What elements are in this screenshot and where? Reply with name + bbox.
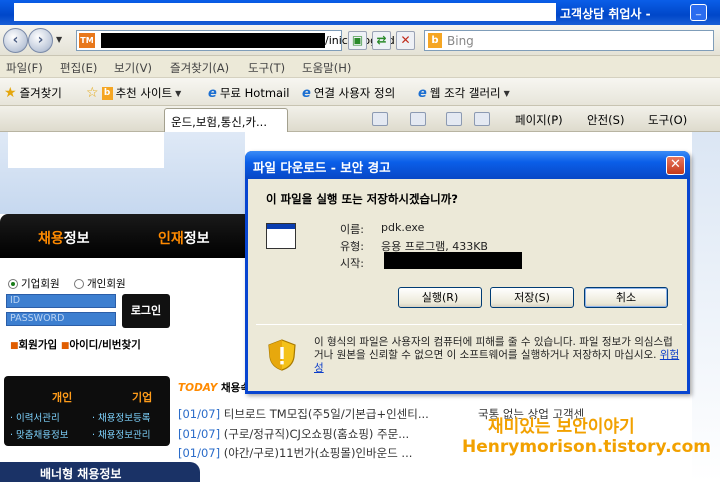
id-input[interactable]: ID <box>6 294 116 308</box>
dialog-title: 파일 다운로드 - 보안 경고 <box>253 160 391 175</box>
find-account-link[interactable]: 아이디/비번찾기 <box>69 339 140 351</box>
tab-command-bar: 운드,보험,통신,카... 페이지(P) 안전(S) 도구(O) <box>0 106 720 132</box>
run-button[interactable]: 실행(R) <box>398 287 482 308</box>
favorites-bar: ★ 즐겨찾기 ☆ b 추천 사이트 ▼ e 무료 Hotmail e 연결 사용… <box>0 78 720 106</box>
type-label: 유형: <box>340 240 364 253</box>
redacted-logo <box>8 132 164 168</box>
job-row[interactable]: [01/07] 티브로드 TM모집(주5일/기본급+인센티... <box>178 406 429 422</box>
from-label: 시작: <box>340 257 364 270</box>
member-menu: 개인 기업 · 이력서관리 · 맞춤채용정보 · 채용정보등록 · 채용정보관리 <box>4 376 170 446</box>
fav-item-custom-links[interactable]: e 연결 사용자 정의 <box>302 85 395 101</box>
bing-icon: b <box>428 33 442 48</box>
redacted-url <box>101 33 325 48</box>
join-link[interactable]: 회원가입 <box>19 339 58 351</box>
radio-company-member[interactable]: 기업회원 <box>8 276 60 291</box>
dialog-close-button[interactable]: ✕ <box>666 156 685 175</box>
dialog-question: 이 파일을 실행 또는 저장하시겠습니까? <box>266 192 458 206</box>
fav-slice-label: 웹 조각 갤러리 <box>429 86 501 100</box>
application-file-icon <box>266 223 296 249</box>
window-titlebar: 고객상담 취업사 - _ <box>0 0 720 25</box>
radio-personal-member[interactable]: 개인회원 <box>74 276 126 291</box>
menu-help[interactable]: 도움말(H) <box>302 60 351 76</box>
resume-manage-link[interactable]: · 이력서관리 <box>10 410 60 424</box>
right-column <box>692 132 720 482</box>
personal-menu-title: 개인 <box>52 391 73 404</box>
ie-icon: e <box>302 85 311 101</box>
menu-edit[interactable]: 편집(E) <box>60 60 97 76</box>
site-nav: 채용정보 인재정보 <box>0 214 245 258</box>
custom-jobs-link[interactable]: · 맞춤채용정보 <box>10 427 68 441</box>
back-button[interactable]: ‹ <box>3 28 28 53</box>
file-name: pdk.exe <box>381 221 425 234</box>
chevron-down-icon: ▼ <box>175 88 182 98</box>
nav-jobs[interactable]: 채용정보 <box>38 228 90 248</box>
job-manage-link[interactable]: · 채용정보관리 <box>92 427 150 441</box>
menu-file[interactable]: 파일(F) <box>6 60 43 76</box>
security-warning: 이 형식의 파일은 사용자의 컴퓨터에 피해를 줄 수 있습니다. 파일 정보가… <box>314 336 680 374</box>
navigation-bar: ‹ › ▼ TM /inicis/log/pd ▣ ⇄ ✕ b Bing <box>0 25 720 56</box>
print-icon[interactable] <box>474 112 490 126</box>
favorites-label: 즐겨찾기 <box>19 86 62 100</box>
minimize-button[interactable]: _ <box>690 4 707 21</box>
fav-custom-label: 연결 사용자 정의 <box>313 86 396 100</box>
fav-item-suggested[interactable]: ☆ b 추천 사이트 ▼ <box>86 85 181 101</box>
window-title: 고객상담 취업사 - <box>560 7 651 21</box>
job-register-link[interactable]: · 채용정보등록 <box>92 410 150 424</box>
ie-icon: e <box>208 85 217 101</box>
password-input[interactable]: PASSWORD <box>6 312 116 326</box>
site-favicon-icon: TM <box>79 33 95 48</box>
security-shield-icon <box>268 339 296 371</box>
menu-view[interactable]: 보기(V) <box>114 60 152 76</box>
save-button[interactable]: 저장(S) <box>490 287 574 308</box>
mail-icon[interactable] <box>446 112 462 126</box>
redacted-source <box>384 252 522 269</box>
home-icon[interactable] <box>372 112 388 126</box>
radio-icon <box>8 278 18 289</box>
add-favorite-icon: ☆ <box>86 85 99 101</box>
menu-tools[interactable]: 도구(T) <box>248 60 285 76</box>
fav-hotmail-label: 무료 Hotmail <box>219 86 290 100</box>
menu-bar: 파일(F) 편집(E) 보기(V) 즐겨찾기(A) 도구(T) 도움말(H) <box>0 56 720 78</box>
account-links: ■회원가입 ■아이디/비번찾기 <box>10 337 141 352</box>
name-label: 이름: <box>340 223 364 236</box>
watermark-url: Henrymorison.tistory.com <box>462 437 711 457</box>
fav-item-web-slice[interactable]: e 웹 조각 갤러리 ▼ <box>418 85 510 101</box>
search-box[interactable]: b Bing <box>424 30 714 51</box>
chevron-down-icon: ▼ <box>503 88 510 98</box>
active-tab[interactable]: 운드,보험,통신,카... <box>164 108 288 132</box>
job-row[interactable]: [01/07] (구로/정규직)CJ오쇼핑(홈쇼핑) 주문... <box>178 426 409 442</box>
cmd-page[interactable]: 페이지(P) <box>515 112 563 128</box>
cmd-tools[interactable]: 도구(O) <box>648 112 687 128</box>
fav-suggested-label: 추천 사이트 <box>115 86 173 100</box>
nav-talent[interactable]: 인재정보 <box>158 228 210 248</box>
cmd-safety[interactable]: 안전(S) <box>587 112 624 128</box>
favorites-button[interactable]: ★ 즐겨찾기 <box>4 85 62 101</box>
file-download-dialog: 파일 다운로드 - 보안 경고 ✕ 이 파일을 실행 또는 저장하시겠습니까? … <box>245 151 690 394</box>
dialog-titlebar: 파일 다운로드 - 보안 경고 ✕ <box>245 151 690 179</box>
history-dropdown-icon[interactable]: ▼ <box>56 35 62 44</box>
address-bar[interactable]: TM /inicis/log/pd <box>76 30 395 51</box>
compatibility-view-icon[interactable]: ▣ <box>348 31 367 50</box>
cancel-button[interactable]: 취소 <box>584 287 668 308</box>
feeds-icon[interactable] <box>410 112 426 126</box>
forward-button[interactable]: › <box>28 28 53 53</box>
watermark-text: 재미있는 보안이야기 <box>488 417 635 437</box>
ie-icon: e <box>418 85 427 101</box>
search-placeholder: Bing <box>447 34 474 48</box>
fav-item-hotmail[interactable]: e 무료 Hotmail <box>208 85 289 101</box>
bullet-icon: ■ <box>10 341 19 351</box>
banner-jobs-heading: 배너형 채용정보 <box>0 462 200 482</box>
menu-favorites[interactable]: 즐겨찾기(A) <box>170 60 229 76</box>
refresh-icon[interactable]: ⇄ <box>372 31 391 50</box>
job-row[interactable]: [01/07] (야간/구로)11번가(쇼핑몰)인바운드 ... <box>178 445 412 461</box>
tab-title: 운드,보험,통신,카... <box>171 115 267 129</box>
bing-icon: b <box>101 86 113 100</box>
redacted-title <box>14 3 556 21</box>
dialog-divider <box>256 324 682 325</box>
radio-icon <box>74 278 84 289</box>
company-menu-title: 기업 <box>132 391 153 404</box>
favorites-star-icon: ★ <box>4 85 17 101</box>
login-button[interactable]: 로그인 <box>122 294 170 328</box>
stop-icon[interactable]: ✕ <box>396 31 415 50</box>
